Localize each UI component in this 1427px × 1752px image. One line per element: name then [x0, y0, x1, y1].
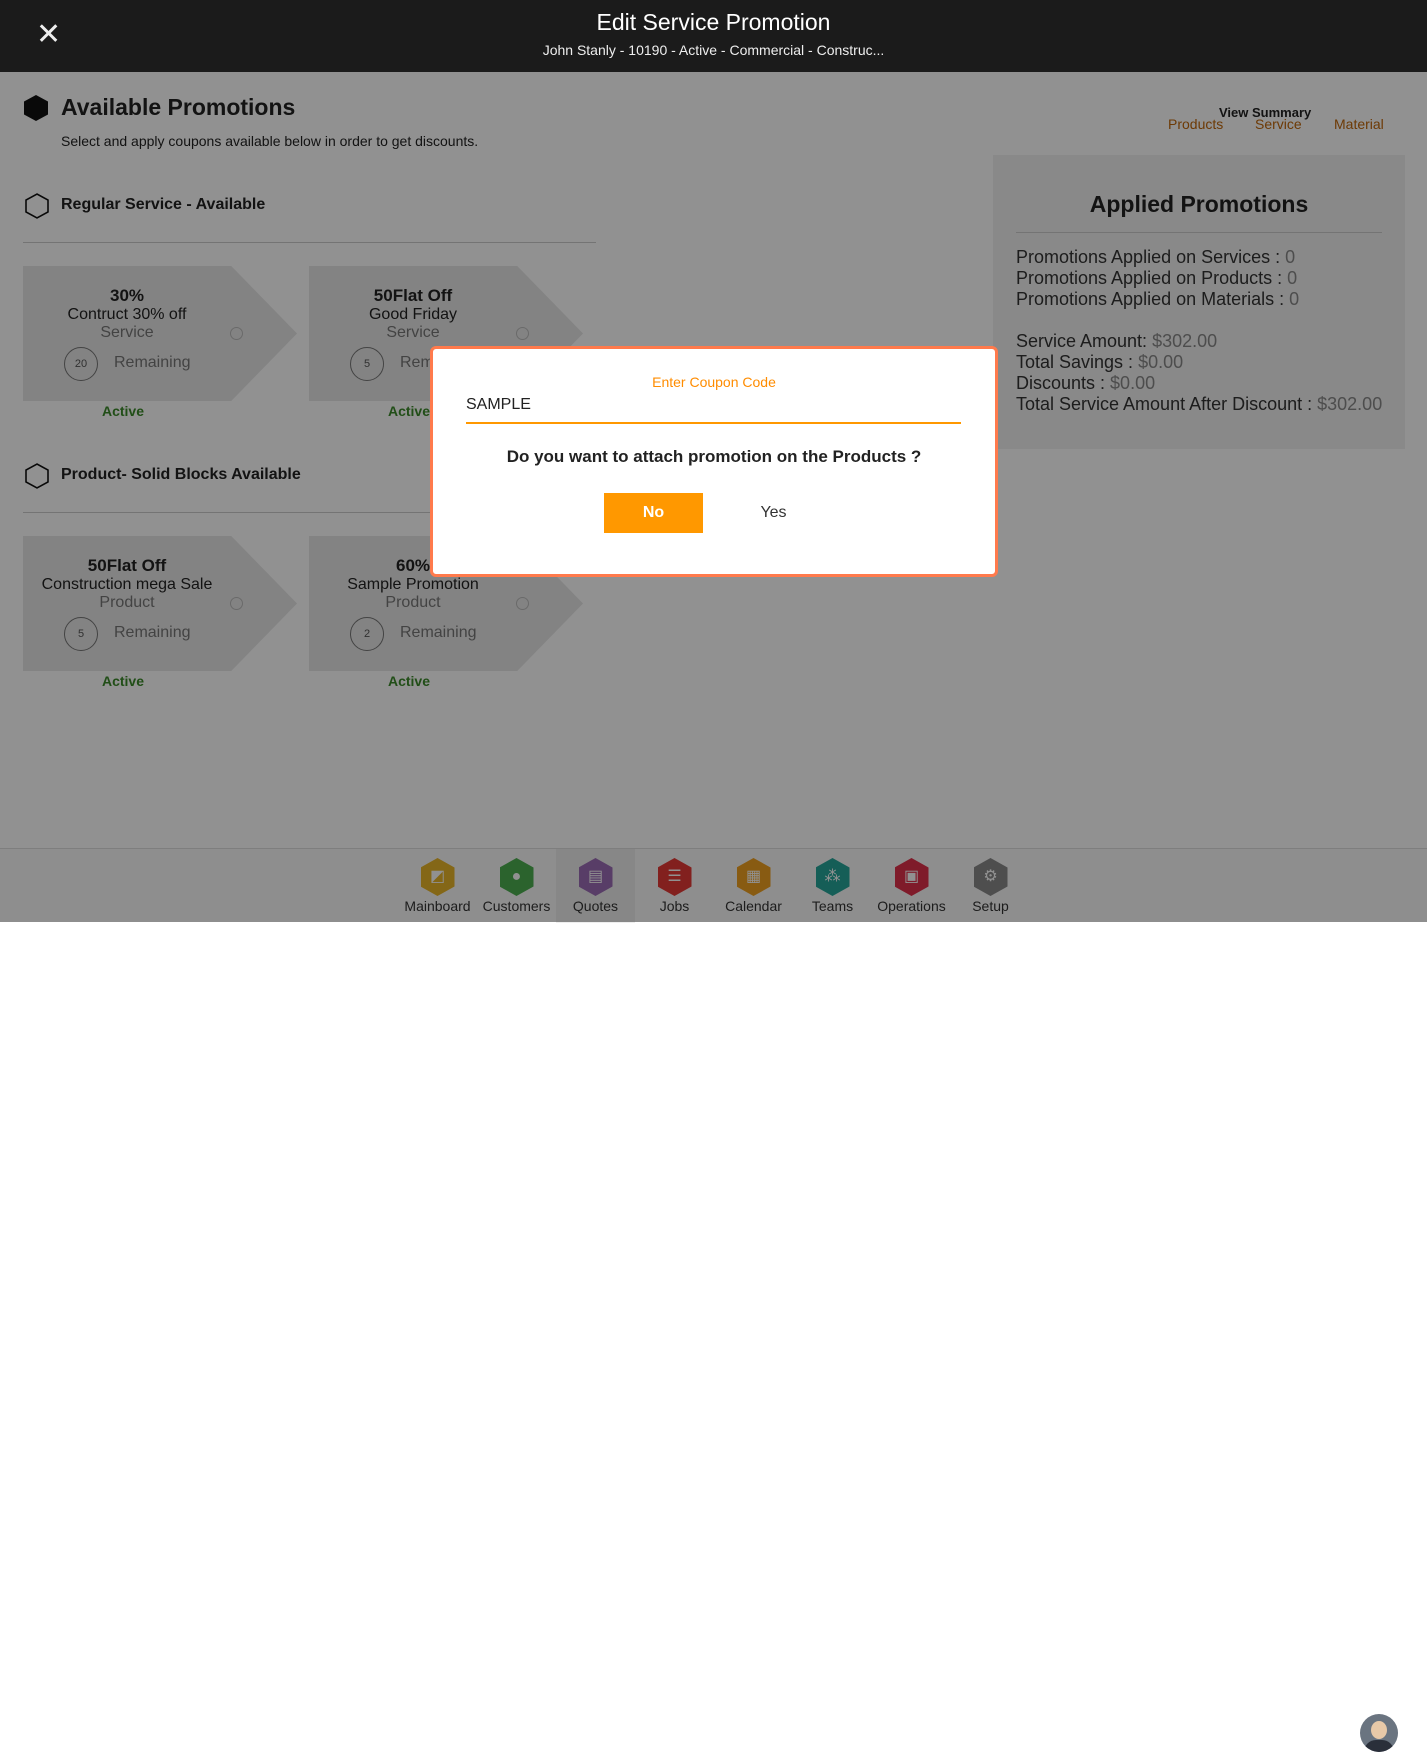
no-button[interactable]: No — [604, 493, 703, 533]
coupon-dialog: Enter Coupon Code Do you want to attach … — [430, 346, 998, 577]
coupon-code-label: Enter Coupon Code — [652, 374, 776, 390]
page-title: Edit Service Promotion — [596, 9, 831, 35]
confirm-question: Do you want to attach promotion on the P… — [506, 447, 922, 466]
top-bar: ✕ Edit Service Promotion John Stanly - 1… — [0, 0, 1427, 72]
avatar[interactable] — [1360, 1714, 1398, 1752]
page-subtitle: John Stanly - 10190 - Active - Commercia… — [542, 42, 885, 58]
coupon-code-input[interactable] — [466, 392, 961, 424]
close-icon[interactable]: ✕ — [36, 20, 61, 50]
yes-button[interactable]: Yes — [724, 493, 823, 533]
